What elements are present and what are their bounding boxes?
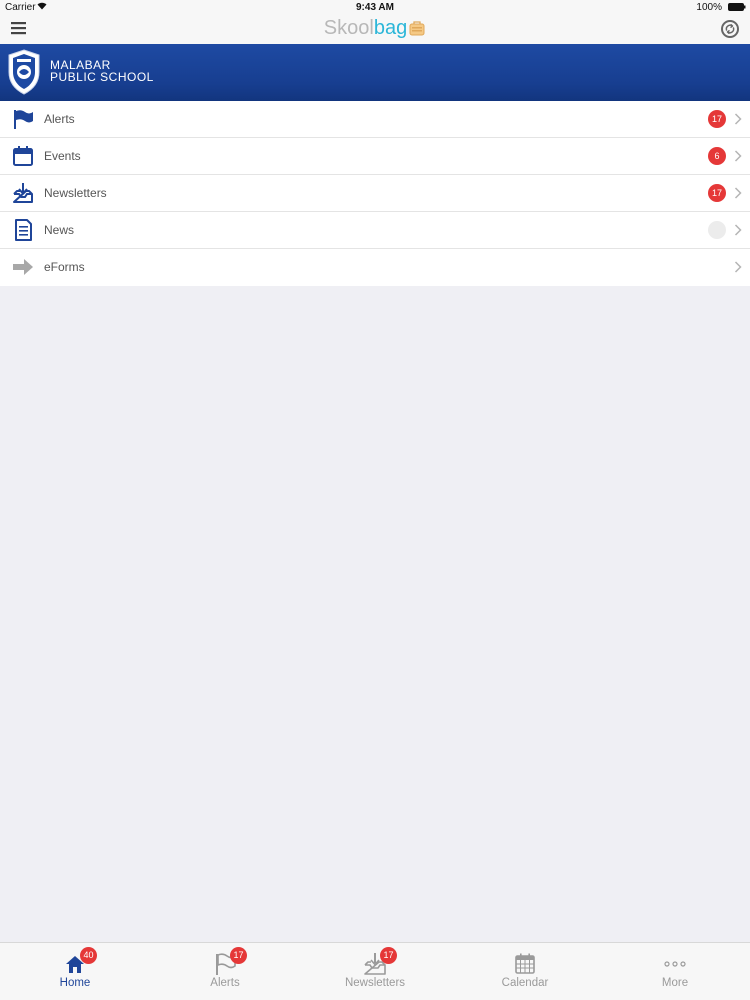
tab-badge: 17 <box>380 947 397 964</box>
count-badge: 17 <box>708 110 726 128</box>
chevron-right-icon <box>734 150 742 162</box>
menu-item-label: Events <box>44 149 81 163</box>
menu-item-events[interactable]: Events 6 <box>0 138 750 175</box>
more-dots-icon <box>664 961 686 967</box>
school-crest-icon <box>8 49 40 95</box>
tab-label: Newsletters <box>344 977 406 989</box>
menu-item-news[interactable]: News <box>0 212 750 249</box>
tab-label: Home <box>59 977 91 989</box>
count-badge: 6 <box>708 147 726 165</box>
flag-icon <box>14 110 33 129</box>
tab-calendar[interactable]: Calendar <box>450 943 600 1000</box>
count-badge <box>708 221 726 239</box>
count-badge: 17 <box>708 184 726 202</box>
logo-text-skool: Skool <box>323 17 374 39</box>
menu-item-label: Newsletters <box>44 186 107 200</box>
menu-item-alerts[interactable]: Alerts 17 <box>0 101 750 138</box>
tab-bar: 40 Home 17 Alerts 17 Newsletters Calenda… <box>0 942 750 1000</box>
status-bar: Carrier 9:43 AM 100% <box>0 0 750 14</box>
menu-item-label: Alerts <box>44 112 75 126</box>
school-banner: MALABAR PUBLIC SCHOOL <box>0 44 750 103</box>
inbox-download-icon <box>13 183 33 203</box>
tab-more[interactable]: More <box>600 943 750 1000</box>
status-time: 9:43 AM <box>356 2 394 13</box>
school-name: MALABAR PUBLIC SCHOOL <box>50 59 154 83</box>
menu-item-newsletters[interactable]: Newsletters 17 <box>0 175 750 212</box>
sync-icon[interactable] <box>720 19 740 39</box>
chevron-right-icon <box>734 261 742 273</box>
arrow-right-icon <box>13 259 33 275</box>
school-name-line2: PUBLIC SCHOOL <box>50 70 154 84</box>
tab-home[interactable]: 40 Home <box>0 943 150 1000</box>
tab-badge: 17 <box>230 947 247 964</box>
menu-item-label: News <box>44 223 75 237</box>
document-icon <box>15 219 32 241</box>
nav-bar: Skoolbag <box>0 14 750 44</box>
tab-badge: 40 <box>80 947 97 964</box>
chevron-right-icon <box>734 224 742 236</box>
chevron-right-icon <box>734 113 742 125</box>
skoolbag-logo: Skoolbag <box>0 17 750 40</box>
calendar-grid-icon <box>515 953 535 974</box>
menu-item-label: eForms <box>44 260 85 274</box>
calendar-icon <box>13 146 33 166</box>
tab-label: Calendar <box>501 977 549 989</box>
battery-icon <box>728 3 746 11</box>
app-screen: Carrier 9:43 AM 100% Skoolbag MALABAR PU… <box>0 0 750 1000</box>
menu-item-eforms[interactable]: eForms <box>0 249 750 286</box>
tab-alerts[interactable]: 17 Alerts <box>150 943 300 1000</box>
tab-newsletters[interactable]: 17 Newsletters <box>300 943 450 1000</box>
schoolbag-icon <box>409 21 425 36</box>
tab-label: More <box>661 977 689 989</box>
tab-label: Alerts <box>210 977 240 989</box>
battery-percent: 100% <box>696 2 722 13</box>
logo-text-bag: bag <box>373 17 408 39</box>
chevron-right-icon <box>734 187 742 199</box>
home-menu-list: Alerts 17 Events 6 Newsletters 17 News e… <box>0 101 750 286</box>
